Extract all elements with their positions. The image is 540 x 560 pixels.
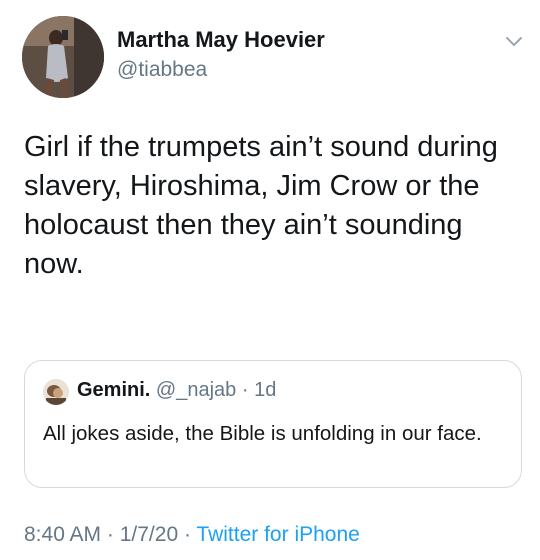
quoted-tweet[interactable]: Gemini. @_najab · 1d All jokes aside, th… xyxy=(24,360,522,488)
quoted-tweet-header: Gemini. @_najab · 1d xyxy=(77,379,276,402)
chevron-down-icon[interactable] xyxy=(505,36,523,48)
footer-separator: · xyxy=(178,523,197,546)
tweet-time[interactable]: 8:40 AM xyxy=(24,523,101,546)
quoted-tweet-text: All jokes aside, the Bible is unfolding … xyxy=(43,422,482,445)
footer-separator: · xyxy=(101,523,120,546)
tweet-card: Martha May Hoevier @tiabbea Girl if the … xyxy=(0,0,540,560)
author-handle[interactable]: @tiabbea xyxy=(117,58,207,82)
quoted-tweet-age: 1d xyxy=(254,379,277,401)
quoted-author-handle: @_najab xyxy=(155,379,237,401)
quoted-author-avatar xyxy=(43,379,69,405)
tweet-text: Girl if the trumpets ain’t sound during … xyxy=(24,131,498,280)
tweet-footer: 8:40 AM · 1/7/20 · Twitter for iPhone xyxy=(24,523,360,547)
author-name[interactable]: Martha May Hoevier xyxy=(117,27,325,53)
tweet-date[interactable]: 1/7/20 xyxy=(120,523,178,546)
tweet-source-link[interactable]: Twitter for iPhone xyxy=(196,523,359,546)
quoted-separator: · xyxy=(236,379,255,401)
quoted-author-name: Gemini. xyxy=(77,379,151,401)
author-avatar[interactable] xyxy=(22,16,104,98)
